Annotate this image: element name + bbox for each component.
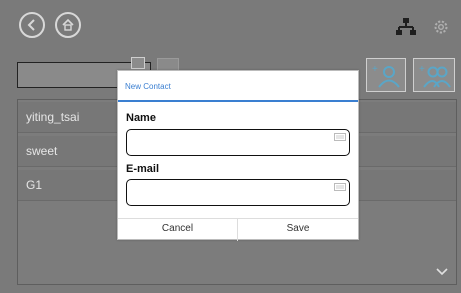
keyboard-icon[interactable] <box>334 133 346 141</box>
contact-name: G1 <box>26 178 43 192</box>
keyboard-icon[interactable] <box>334 183 346 191</box>
cancel-button[interactable]: Cancel <box>118 219 238 241</box>
chevron-down-icon[interactable] <box>436 268 448 276</box>
new-contact-dialog: New Contact Name E-mail Cancel Save <box>117 70 359 241</box>
contacts-screen: + + yiting_tsai sweet G1 New Contact Nam… <box>0 0 461 293</box>
title-divider <box>118 100 358 102</box>
add-group-icon: + <box>419 64 451 88</box>
home-button[interactable] <box>55 12 81 38</box>
svg-text:+: + <box>372 64 378 75</box>
back-button[interactable] <box>19 12 45 38</box>
contact-name: sweet <box>26 144 58 158</box>
name-label: Name <box>126 112 156 124</box>
gear-icon[interactable] <box>433 19 449 35</box>
email-label: E-mail <box>126 163 160 175</box>
email-field[interactable] <box>126 179 350 206</box>
contact-name: yiting_tsai <box>26 110 80 124</box>
add-group-button[interactable]: + <box>413 58 455 92</box>
name-field[interactable] <box>126 129 350 156</box>
home-icon <box>62 18 74 31</box>
back-icon <box>27 19 35 31</box>
svg-text:+: + <box>419 64 425 75</box>
add-contact-button[interactable]: + <box>366 58 406 92</box>
keyboard-icon[interactable] <box>131 57 145 69</box>
dialog-actions: Cancel Save <box>118 218 358 241</box>
save-button[interactable]: Save <box>238 219 358 241</box>
dialog-title: New Contact <box>125 82 171 91</box>
network-icon[interactable] <box>396 17 416 37</box>
add-user-icon: + <box>372 64 400 88</box>
